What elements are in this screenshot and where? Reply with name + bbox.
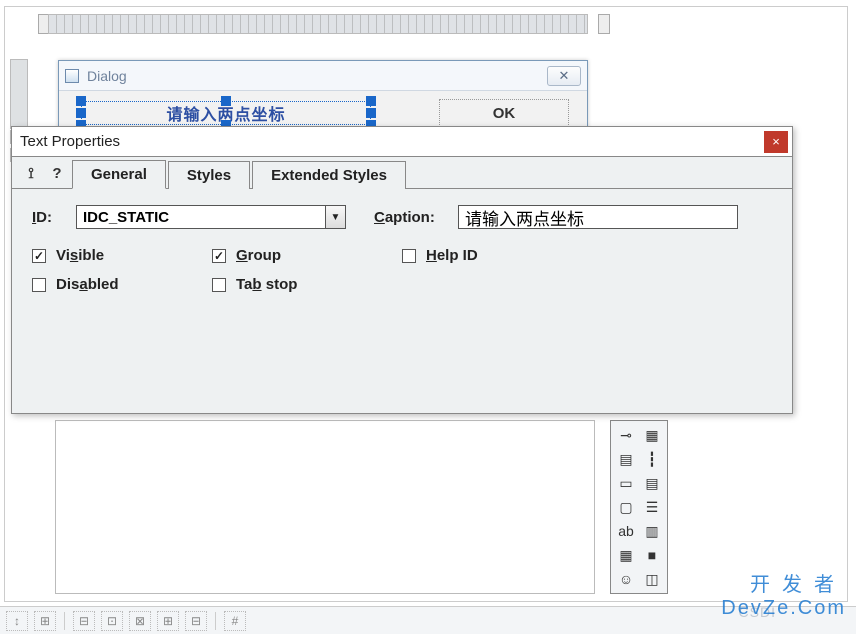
ruler-vertical[interactable] xyxy=(10,59,28,129)
control-toolbox[interactable]: ⊸▦▤┇▭▤▢☰ab▥▦■☺◫ xyxy=(610,420,668,594)
toolbox-row: ☺◫ xyxy=(613,567,665,591)
bottom-tool-2[interactable]: ⊟ xyxy=(73,611,95,631)
tabstop-label: Tab stop xyxy=(236,276,297,293)
group-checkbox-row[interactable]: Group xyxy=(212,247,402,264)
id-combobox[interactable]: ▼ xyxy=(76,205,346,229)
toolbox-tool-5-1[interactable]: ■ xyxy=(639,543,665,567)
helpid-checkbox[interactable] xyxy=(402,249,416,263)
dialog-title: Dialog xyxy=(87,68,547,84)
toolbox-tool-5-0[interactable]: ▦ xyxy=(613,543,639,567)
properties-close-button[interactable]: × xyxy=(764,131,788,153)
bottom-tool-1[interactable]: ⊞ xyxy=(34,611,56,631)
toolbox-tool-1-0[interactable]: ▤ xyxy=(613,447,639,471)
tab-general[interactable]: General xyxy=(72,160,166,189)
bottom-tool-4[interactable]: ⊠ xyxy=(129,611,151,631)
toolbox-row: ⊸▦ xyxy=(613,423,665,447)
ok-button[interactable]: OK xyxy=(439,99,569,127)
bottom-tool-3[interactable]: ⊡ xyxy=(101,611,123,631)
toolbox-row: ▤┇ xyxy=(613,447,665,471)
id-dropdown-button[interactable]: ▼ xyxy=(325,206,345,228)
toolbox-row: ▭▤ xyxy=(613,471,665,495)
ruler-marker-right[interactable] xyxy=(598,14,610,34)
bottom-tool-0[interactable]: ↕ xyxy=(6,611,28,631)
properties-titlebar[interactable]: Text Properties × xyxy=(12,127,792,157)
toolbox-tool-3-0[interactable]: ▢ xyxy=(613,495,639,519)
bottom-tool-6[interactable]: ⊟ xyxy=(185,611,207,631)
disabled-checkbox[interactable] xyxy=(32,278,46,292)
toolbox-tool-6-1[interactable]: ◫ xyxy=(639,567,665,591)
toolbox-tool-6-0[interactable]: ☺ xyxy=(613,567,639,591)
toolbox-tool-0-0[interactable]: ⊸ xyxy=(613,423,639,447)
properties-tabbar: ⟟ ? General Styles Extended Styles xyxy=(12,157,792,189)
dialog-titlebar[interactable]: Dialog ✕ xyxy=(59,61,587,91)
toolbox-row: ▢☰ xyxy=(613,495,665,519)
selection-handle-l[interactable] xyxy=(76,108,86,118)
caption-label: Caption: xyxy=(374,209,458,226)
static-text-control[interactable]: 请输入两点坐标 xyxy=(81,101,371,125)
properties-title: Text Properties xyxy=(20,133,764,150)
id-input[interactable] xyxy=(77,206,325,228)
toolbox-tool-4-0[interactable]: ab xyxy=(613,519,639,543)
dialog-icon xyxy=(65,69,79,83)
group-checkbox[interactable] xyxy=(212,249,226,263)
helpid-label: Help ID xyxy=(426,247,478,264)
text-properties-window: Text Properties × ⟟ ? General Styles Ext… xyxy=(11,126,793,414)
help-icon[interactable]: ? xyxy=(46,162,68,184)
editor-canvas: Dialog ✕ 请输入两点坐标 OK Text Properties × xyxy=(0,0,856,634)
toolbox-tool-3-1[interactable]: ☰ xyxy=(639,495,665,519)
id-label: ID: xyxy=(32,209,76,226)
visible-checkbox-row[interactable]: Visible xyxy=(32,247,212,264)
id-row: ID: ▼ Caption: xyxy=(32,205,772,229)
ruler-horizontal[interactable] xyxy=(48,14,588,34)
selection-handle-tl[interactable] xyxy=(76,96,86,106)
group-label: Group xyxy=(236,247,281,264)
toolbox-tool-2-0[interactable]: ▭ xyxy=(613,471,639,495)
selection-handle-r[interactable] xyxy=(366,108,376,118)
pin-icon[interactable]: ⟟ xyxy=(20,162,42,184)
checkbox-grid: Visible Group Help ID Disabled Tab stop xyxy=(32,247,772,293)
selection-handle-t[interactable] xyxy=(221,96,231,106)
properties-body: ID: ▼ Caption: Visible Group xyxy=(12,189,792,309)
toolbox-row: ab▥ xyxy=(613,519,665,543)
visible-checkbox[interactable] xyxy=(32,249,46,263)
helpid-checkbox-row[interactable]: Help ID xyxy=(402,247,602,264)
toolbox-tool-1-1[interactable]: ┇ xyxy=(639,447,665,471)
toolbox-tool-4-1[interactable]: ▥ xyxy=(639,519,665,543)
bottom-divider xyxy=(64,612,65,630)
tab-extended-styles[interactable]: Extended Styles xyxy=(252,161,406,189)
tabstop-checkbox[interactable] xyxy=(212,278,226,292)
bottom-tool-5[interactable]: ⊞ xyxy=(157,611,179,631)
tab-styles[interactable]: Styles xyxy=(168,161,250,189)
bottom-tool-7[interactable]: # xyxy=(224,611,246,631)
work-area xyxy=(55,420,595,594)
tabstop-checkbox-row[interactable]: Tab stop xyxy=(212,276,402,293)
disabled-label: Disabled xyxy=(56,276,119,293)
caption-input[interactable] xyxy=(458,205,738,229)
dialog-close-button[interactable]: ✕ xyxy=(547,66,581,86)
disabled-checkbox-row[interactable]: Disabled xyxy=(32,276,212,293)
visible-label: Visible xyxy=(56,247,104,264)
bottom-toolbar: ↕ ⊞ ⊟ ⊡ ⊠ ⊞ ⊟ # xyxy=(0,606,856,634)
toolbox-tool-2-1[interactable]: ▤ xyxy=(639,471,665,495)
selection-handle-tr[interactable] xyxy=(366,96,376,106)
toolbox-row: ▦■ xyxy=(613,543,665,567)
dialog-body[interactable]: 请输入两点坐标 OK xyxy=(59,91,587,119)
toolbox-tool-0-1[interactable]: ▦ xyxy=(639,423,665,447)
bottom-divider xyxy=(215,612,216,630)
